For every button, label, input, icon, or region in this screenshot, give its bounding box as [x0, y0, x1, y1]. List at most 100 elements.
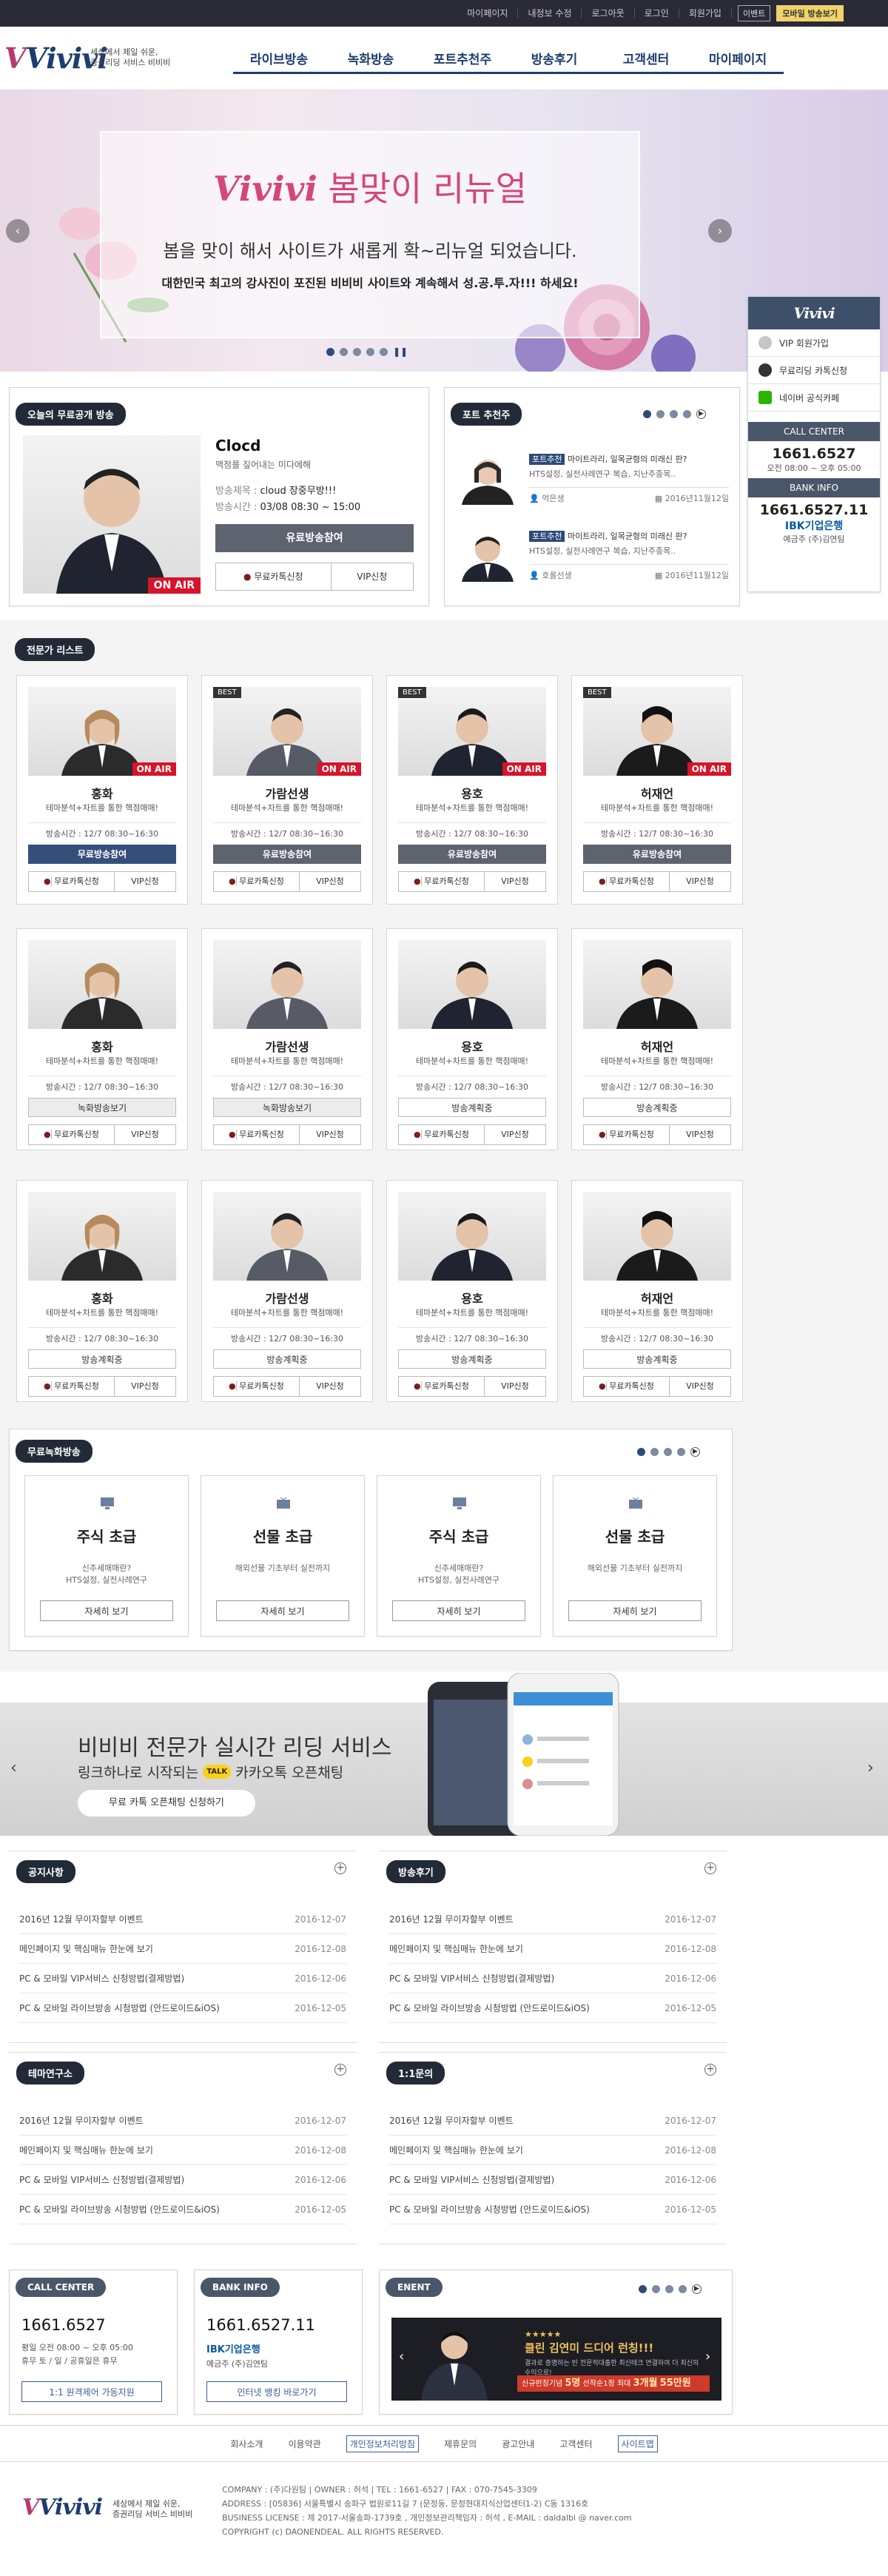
expert-action-button[interactable]: 유료방송참여: [583, 845, 731, 864]
expert-photo[interactable]: [398, 1192, 546, 1281]
footer-link-partner[interactable]: 제휴문의: [444, 2438, 477, 2450]
expert-card[interactable]: ON AIR 홍화 테마분석+차트를 통한 핵점매매! 방송시간 : 12/7 08:…: [16, 675, 188, 905]
kakao-request-button[interactable]: ● 무료카톡신청: [399, 1377, 485, 1396]
footer-link-about[interactable]: 회사소개: [230, 2438, 263, 2450]
event-dot[interactable]: [652, 2285, 660, 2293]
event-banner-image[interactable]: ★★★★★ 클린 김연미 드디어 런칭!!! 결과로 증명하는 빈 전문적대출한…: [391, 2318, 722, 2401]
play-icon[interactable]: ▶: [690, 1447, 700, 1457]
expert-photo[interactable]: BEST ON AIR: [398, 687, 546, 776]
port-item[interactable]: 포트추천 마이트라리, 일목균형의 미래신 판? HTS설정, 실전사례연구 복…: [452, 526, 733, 592]
quick-kakao[interactable]: 무료리딩 카톡신청: [748, 357, 880, 384]
expert-photo[interactable]: BEST ON AIR: [213, 687, 361, 776]
paid-join-button[interactable]: 유료방송참여: [215, 524, 414, 552]
play-icon[interactable]: ▶: [696, 409, 706, 419]
banner-prev-arrow-icon[interactable]: ‹: [6, 219, 30, 243]
vip-request-button[interactable]: VIP신청: [670, 1377, 730, 1396]
recorded-dot[interactable]: [664, 1448, 672, 1456]
expert-action-button[interactable]: 방송계획중: [583, 1098, 731, 1117]
expert-photo[interactable]: [213, 940, 361, 1029]
quick-naver-cafe[interactable]: 네이버 공식카페: [748, 384, 880, 412]
footer-logo[interactable]: VVivivi: [22, 2495, 103, 2520]
board-row[interactable]: 2016년 12월 무이자할부 이벤트 2016-12-07: [19, 2106, 346, 2136]
recorded-detail-button[interactable]: 자세히 보기: [568, 1600, 702, 1621]
recorded-detail-button[interactable]: 자세히 보기: [40, 1600, 173, 1621]
signup-link[interactable]: 회원가입: [679, 9, 732, 18]
banner-dot[interactable]: [380, 347, 388, 356]
promo-prev-arrow-icon[interactable]: ‹: [10, 1759, 17, 1777]
vip-request-button[interactable]: VIP신청: [300, 1125, 360, 1144]
board-row[interactable]: PC & 모바일 VIP서비스 신청방법(결제방법) 2016-12-06: [19, 1964, 346, 1993]
expert-action-button[interactable]: 방송계획중: [28, 1349, 176, 1369]
footer-link-terms[interactable]: 이용약관: [288, 2438, 320, 2450]
expert-photo[interactable]: [213, 1192, 361, 1281]
expert-card[interactable]: 홍화 테마분석+차트를 통한 핵점매매! 방송시간 : 12/7 08:30~16:…: [16, 1180, 188, 1402]
expert-card[interactable]: 허재언 테마분석+차트를 통한 핵점매매! 방송시간 : 12/7 08:30~16…: [571, 1180, 743, 1402]
expert-photo[interactable]: [28, 1192, 176, 1281]
expert-photo[interactable]: BEST ON AIR: [583, 687, 731, 776]
kakao-request-button[interactable]: ● 무료카톡신청: [29, 1377, 115, 1396]
expert-card[interactable]: 용호 테마분석+차트를 통한 핵점매매! 방송시간 : 12/7 08:30~16:…: [386, 928, 558, 1150]
board-row[interactable]: PC & 모바일 라이브방송 시청방법 (안드로이드&iOS) 2016-12-0…: [19, 2195, 346, 2224]
expert-card[interactable]: BEST ON AIR 용호 테마분석+차트를 통한 핵점매매! 방송시간 : 12/7…: [386, 675, 558, 905]
board-row[interactable]: 메인페이지 및 핵심매뉴 한눈에 보기 2016-12-08: [389, 2136, 716, 2165]
expert-action-button[interactable]: 방송계획중: [398, 1098, 546, 1117]
expert-photo[interactable]: [28, 940, 176, 1029]
banner-dot[interactable]: [340, 347, 348, 356]
event-next-arrow-icon[interactable]: ›: [705, 2349, 710, 2364]
board-row[interactable]: PC & 모바일 VIP서비스 신청방법(결제방법) 2016-12-06: [19, 2165, 346, 2195]
recorded-card[interactable]: 주식 초급 신추세매매란? HTS설정, 실전사례연구 자세히 보기: [377, 1475, 541, 1637]
board-row[interactable]: PC & 모바일 VIP서비스 신청방법(결제방법) 2016-12-06: [389, 2165, 716, 2195]
footer-link-ads[interactable]: 광고안내: [502, 2438, 534, 2450]
expert-action-button[interactable]: 방송계획중: [398, 1349, 546, 1369]
recorded-card[interactable]: 선물 초급 해외선물 기초부터 실전까지 자세히 보기: [201, 1475, 365, 1637]
recorded-detail-button[interactable]: 자세히 보기: [216, 1600, 349, 1621]
expert-card[interactable]: 가람선생 테마분석+차트를 통한 핵점매매! 방송시간 : 12/7 08:30~1…: [201, 1180, 373, 1402]
vip-request-button[interactable]: VIP신청: [670, 872, 730, 891]
expert-action-button[interactable]: 무료방송참여: [28, 845, 176, 864]
kakao-request-button[interactable]: ● 무료카톡신청: [29, 1125, 115, 1144]
expert-card[interactable]: 허재언 테마분석+차트를 통한 핵점매매! 방송시간 : 12/7 08:30~16…: [571, 928, 743, 1150]
vip-request-button[interactable]: VIP신청: [115, 1125, 175, 1144]
board-row[interactable]: 메인페이지 및 핵심매뉴 한눈에 보기 2016-12-08: [19, 2136, 346, 2165]
free-broadcast-photo[interactable]: ON AIR: [23, 435, 201, 594]
event-button[interactable]: 이벤트: [737, 5, 771, 21]
vip-request-button[interactable]: VIP신청: [670, 1125, 730, 1144]
mobile-broadcast-button[interactable]: 모바일 방송보기: [776, 5, 844, 21]
expert-photo[interactable]: [583, 940, 731, 1029]
event-prev-arrow-icon[interactable]: ‹: [399, 2349, 404, 2364]
recorded-dot[interactable]: [677, 1448, 685, 1456]
board-row[interactable]: PC & 모바일 라이브방송 시청방법 (안드로이드&iOS) 2016-12-0…: [389, 2195, 716, 2224]
port-dot[interactable]: [656, 410, 665, 418]
footer-link-privacy[interactable]: 개인정보처리방침: [346, 2435, 419, 2452]
expert-card[interactable]: 가람선생 테마분석+차트를 통한 핵점매매! 방송시간 : 12/7 08:30~1…: [201, 928, 373, 1150]
nav-support[interactable]: 고객센터: [600, 49, 692, 74]
port-dot[interactable]: [643, 410, 651, 418]
vip-request-button[interactable]: VIP신청: [485, 1377, 545, 1396]
edit-info-link[interactable]: 내정보 수정: [518, 9, 582, 18]
board-row[interactable]: PC & 모바일 라이브방송 시청방법 (안드로이드&iOS) 2016-12-0…: [19, 1993, 346, 2023]
recorded-dot[interactable]: [650, 1448, 659, 1456]
banner-dot[interactable]: [366, 347, 374, 356]
vip-request-button[interactable]: VIP신청: [332, 563, 413, 590]
pause-icon[interactable]: ❚❚: [393, 346, 408, 357]
expert-photo[interactable]: [583, 1192, 731, 1281]
footer-link-sitemap[interactable]: 사이트맵: [617, 2435, 658, 2452]
recorded-detail-button[interactable]: 자세히 보기: [392, 1600, 525, 1621]
port-item[interactable]: 포트추천 마이트라리, 일목균형의 미래신 판? HTS설정, 실전사례연구 복…: [452, 449, 733, 515]
nav-recorded[interactable]: 녹화방송: [325, 49, 417, 74]
expert-card[interactable]: BEST ON AIR 가람선생 테마분석+차트를 통한 핵점매매! 방송시간 : 12…: [201, 675, 373, 905]
expert-photo[interactable]: ON AIR: [28, 687, 176, 776]
board-row[interactable]: PC & 모바일 라이브방송 시청방법 (안드로이드&iOS) 2016-12-0…: [389, 1993, 716, 2023]
expert-action-button[interactable]: 유료방송참여: [213, 845, 361, 864]
expert-card[interactable]: BEST ON AIR 허재언 테마분석+차트를 통한 핵점매매! 방송시간 : 12/…: [571, 675, 743, 905]
play-icon[interactable]: ▶: [692, 2284, 702, 2294]
event-dot[interactable]: [665, 2285, 673, 2293]
board-row[interactable]: PC & 모바일 VIP서비스 신청방법(결제방법) 2016-12-06: [389, 1964, 716, 1993]
recorded-dot[interactable]: [637, 1448, 645, 1456]
vip-request-button[interactable]: VIP신청: [115, 1377, 175, 1396]
board-row[interactable]: 2016년 12월 무이자할부 이벤트 2016-12-07: [389, 2106, 716, 2136]
recorded-card[interactable]: 선물 초급 해외선물 기초부터 실전까지 자세히 보기: [553, 1475, 717, 1637]
kakao-request-button[interactable]: ● 무료카톡신청: [584, 872, 670, 891]
board-row[interactable]: 메인페이지 및 핵심매뉴 한눈에 보기 2016-12-08: [389, 1934, 716, 1964]
expert-card[interactable]: 홍화 테마분석+차트를 통한 핵점매매! 방송시간 : 12/7 08:30~16:…: [16, 928, 188, 1150]
